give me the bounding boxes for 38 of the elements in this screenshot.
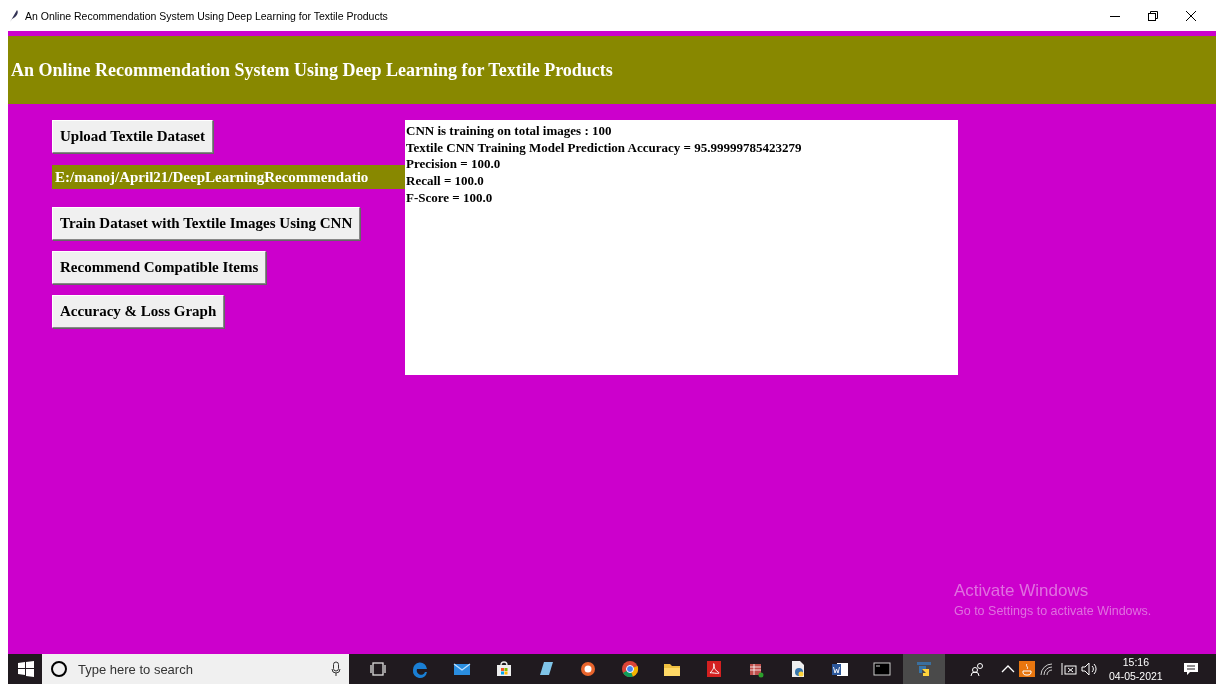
wifi-icon[interactable] [1039,662,1055,676]
output-line: Textile CNN Training Model Prediction Accuracy = 95.99999785423279 [406,139,803,157]
output-text-area[interactable]: CNN is training on total images : 100 Textile CNN Training Model Prediction Accuracy = 95.99999785423279 Precision = 100.0 Recall = 100.0 F-Score = 100.0 [405,120,958,375]
action-button[interactable]: Accuracy & Loss Graph [52,295,225,328]
chrome-icon[interactable] [620,659,640,679]
close-icon[interactable] [1185,10,1196,21]
file-path-label: E:/manoj/April21/DeepLearningRecommendatio [52,165,405,189]
ring-icon[interactable] [578,659,598,679]
python-icon[interactable] [914,659,934,679]
chevron-up-icon[interactable] [1001,664,1015,674]
output-line: F-Score = 100.0 [406,189,494,207]
people-icon[interactable] [969,661,985,677]
header-title: An Online Recommendation System Using Deep Learning for Textile Products [11,59,613,81]
microphone-icon[interactable] [331,661,341,677]
search-bar[interactable]: Type here to search [42,654,349,684]
taskbar-app-button[interactable] [903,654,945,684]
shopping-bag-icon[interactable] [494,659,514,679]
activation-title: Activate Windows [954,581,1090,601]
restore-icon[interactable] [1147,10,1158,21]
task-view-icon[interactable] [368,659,388,679]
output-line: Recall = 100.0 [406,173,485,190]
action-button[interactable]: Train Dataset with Textile Images Using CNN [52,207,361,240]
network-icon[interactable] [1059,662,1077,676]
speaker-icon[interactable] [1081,662,1099,676]
output-line: Precision = 100.0 [406,156,502,174]
notification-icon[interactable] [1182,661,1199,677]
clock[interactable]: 15:16 04-05-2021 [1109,655,1163,683]
circle-icon[interactable] [50,660,68,678]
search-field[interactable]: Type here to search [76,660,331,678]
window-title: An Online Recommendation System Using Deep Learning for Textile Products [25,9,389,22]
terminal-icon[interactable] [872,659,892,679]
action-button[interactable]: Upload Textile Dataset [52,120,213,153]
pdf-icon[interactable] [704,659,724,679]
output-line: CNN is training on total images : 100 [406,123,613,140]
activation-message: Go to Settings to activate Windows. [954,604,1152,618]
action-button[interactable]: Recommend Compatible Items [52,251,267,284]
windows-logo-icon[interactable] [18,661,34,677]
feather-icon [9,8,19,23]
